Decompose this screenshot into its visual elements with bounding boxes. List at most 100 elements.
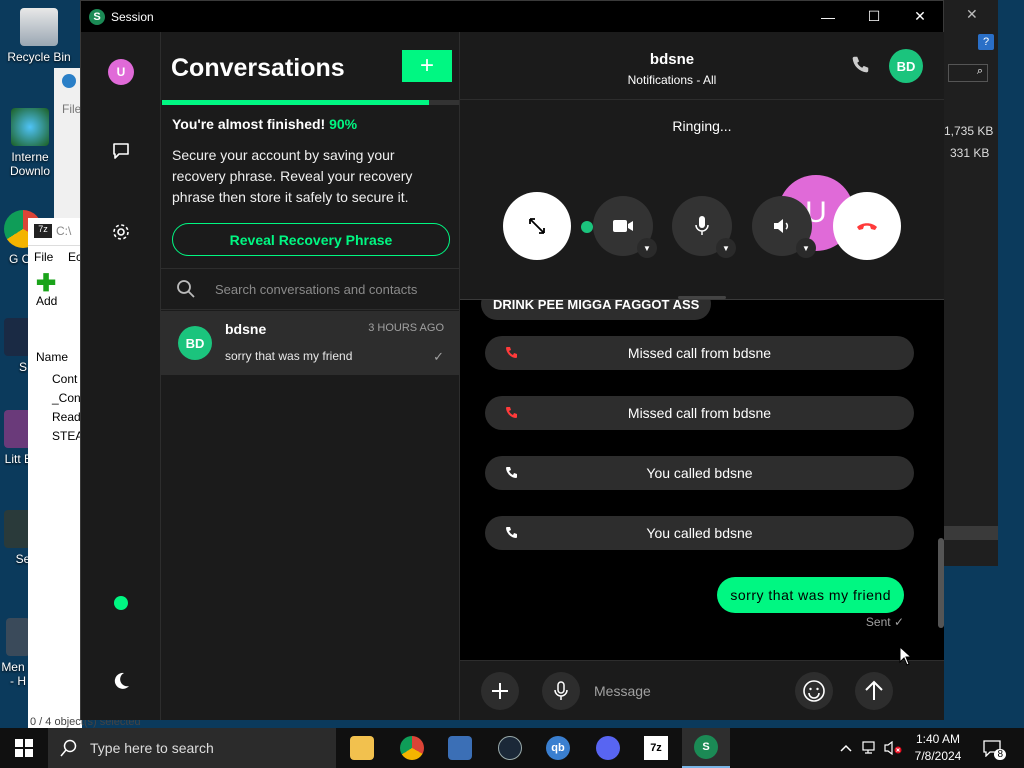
- chat-contact-avatar[interactable]: BD: [889, 49, 923, 83]
- chevron-down-icon[interactable]: ▼: [716, 238, 736, 258]
- scrollbar[interactable]: [940, 526, 998, 540]
- chevron-down-icon[interactable]: ▼: [637, 238, 657, 258]
- checkmark-icon: ✓: [893, 615, 904, 629]
- zip-titlebar: 7z C:\: [28, 218, 82, 246]
- taskbar-app-qbittorrent[interactable]: qb: [534, 728, 582, 768]
- maximize-call-button[interactable]: [503, 192, 571, 260]
- taskbar-app-network[interactable]: [436, 728, 484, 768]
- file-size: 1,735 KB: [944, 124, 994, 138]
- taskbar: Type here to search qb 7z S 1:40 AM 7/8/…: [0, 728, 1024, 768]
- connection-indicator: [581, 221, 593, 233]
- emoji-button[interactable]: [795, 672, 833, 710]
- session-window: S Session — ☐ ✕ U Conversations + You're…: [80, 0, 944, 720]
- desktop-icon-idm[interactable]: Interne Downlo: [0, 108, 60, 178]
- moon-icon[interactable]: [110, 670, 132, 692]
- taskbar-app-chrome[interactable]: [388, 728, 436, 768]
- gear-icon[interactable]: [110, 221, 132, 243]
- search-input[interactable]: [215, 278, 445, 300]
- incoming-message[interactable]: DRINK PEE MIGGA FAGGOT ASS: [481, 300, 712, 320]
- hang-up-button[interactable]: [833, 192, 901, 260]
- 7zip-icon: 7z: [644, 736, 668, 760]
- plus-icon: [492, 683, 508, 699]
- maximize-button[interactable]: ☐: [851, 1, 897, 32]
- add-attachment-button[interactable]: [481, 672, 519, 710]
- chat-contact-name[interactable]: bdsne: [460, 51, 884, 68]
- taskbar-app-file-explorer[interactable]: [338, 728, 386, 768]
- minimize-button[interactable]: —: [805, 1, 851, 32]
- new-conversation-button[interactable]: +: [402, 50, 452, 82]
- call-event-text: You called bdsne: [646, 525, 753, 541]
- zip-row[interactable]: _Con: [52, 391, 81, 405]
- close-icon[interactable]: ✕: [966, 6, 978, 23]
- start-button[interactable]: [0, 728, 48, 768]
- taskbar-app-discord[interactable]: [584, 728, 632, 768]
- idm-logo-icon: [62, 74, 76, 88]
- reveal-recovery-phrase-button[interactable]: Reveal Recovery Phrase: [172, 223, 450, 256]
- network-status-icon[interactable]: [860, 728, 880, 768]
- session-icon: S: [694, 735, 718, 759]
- message-input[interactable]: [594, 679, 794, 703]
- clock-time: 1:40 AM: [915, 732, 961, 746]
- background-window-7zip[interactable]: 7z C:\ File Ec ✚ Add Name Cont _Con Read…: [28, 218, 141, 728]
- notification-count-badge: 8: [994, 749, 1006, 760]
- taskbar-app-steam[interactable]: [486, 728, 534, 768]
- conversation-timestamp: 3 HOURS AGO: [368, 322, 444, 334]
- title-bar[interactable]: S Session — ☐ ✕: [81, 1, 943, 32]
- call-event-outgoing: You called bdsne: [485, 456, 914, 490]
- send-button[interactable]: [855, 672, 893, 710]
- session-logo-icon: S: [89, 8, 105, 25]
- video-toggle-button[interactable]: ▼: [593, 196, 657, 258]
- message-scrollbar[interactable]: [938, 538, 944, 628]
- onboarding-percent: 90%: [329, 116, 358, 132]
- zip-menu-file[interactable]: File: [34, 250, 53, 264]
- taskbar-app-session[interactable]: S: [682, 728, 730, 768]
- folder-icon: [350, 736, 374, 760]
- zip-column-name[interactable]: Name: [36, 350, 68, 364]
- message-status: Sent ✓: [866, 615, 904, 629]
- zip-row[interactable]: Read: [52, 410, 81, 424]
- close-button[interactable]: ✕: [897, 1, 943, 32]
- phone-icon[interactable]: [849, 54, 871, 81]
- online-status-indicator: [114, 596, 128, 610]
- steam-icon: [498, 736, 522, 760]
- resize-handle[interactable]: [678, 296, 726, 299]
- taskbar-search-box[interactable]: Type here to search: [48, 728, 336, 768]
- speaker-icon: [774, 219, 789, 233]
- checkmark-icon: ✓: [433, 349, 444, 364]
- video-camera-icon: [613, 220, 633, 232]
- conversation-item[interactable]: BD bdsne 3 HOURS AGO sorry that was my f…: [161, 311, 459, 375]
- chat-header: bdsne Notifications - All BD: [460, 32, 944, 100]
- background-window-idm[interactable]: File: [54, 68, 82, 218]
- chat-bubble-icon[interactable]: [110, 140, 132, 162]
- zip-add-button[interactable]: ✚ Add: [36, 270, 66, 314]
- microphone-icon: [554, 681, 568, 700]
- search-icon[interactable]: ⌕: [948, 64, 988, 82]
- zip-row[interactable]: Cont: [52, 372, 77, 386]
- call-container: Ringing... U ▼ ▼ ▼: [460, 100, 944, 300]
- message-composer: [460, 660, 944, 720]
- windows-logo-icon: [15, 739, 33, 757]
- chat-panel: bdsne Notifications - All BD Ringing... …: [460, 32, 944, 720]
- hang-up-icon: [857, 223, 877, 230]
- chevron-down-icon[interactable]: ▼: [796, 238, 816, 258]
- plus-icon: ✚: [36, 270, 57, 297]
- speaker-toggle-button[interactable]: ▼: [752, 196, 816, 258]
- idm-menu-file[interactable]: File: [62, 102, 81, 116]
- taskbar-clock[interactable]: 1:40 AM 7/8/2024: [898, 731, 978, 765]
- left-rail: U: [81, 32, 161, 720]
- taskbar-app-7zip[interactable]: 7z: [632, 728, 680, 768]
- voice-message-button[interactable]: [542, 672, 580, 710]
- zip-row[interactable]: STEA: [52, 429, 83, 443]
- user-avatar[interactable]: U: [108, 59, 134, 85]
- desktop-icon-recycle-bin[interactable]: Recycle Bin: [2, 8, 76, 64]
- background-window-explorer[interactable]: ✕ ? ⌕ 1,735 KB 331 KB: [940, 0, 998, 566]
- onboarding-description: Secure your account by saving your recov…: [172, 147, 413, 205]
- help-icon[interactable]: ?: [978, 34, 994, 50]
- microphone-toggle-button[interactable]: ▼: [672, 196, 736, 258]
- show-hidden-icons-button[interactable]: [836, 728, 856, 768]
- message-list: DRINK PEE MIGGA FAGGOT ASS Missed call f…: [460, 300, 944, 660]
- outgoing-message[interactable]: sorry that was my friend: [717, 577, 904, 613]
- desktop-icon-label: Recycle Bin: [7, 50, 71, 64]
- notification-center-button[interactable]: 8: [980, 736, 1006, 760]
- call-event-text: Missed call from bdsne: [627, 345, 772, 361]
